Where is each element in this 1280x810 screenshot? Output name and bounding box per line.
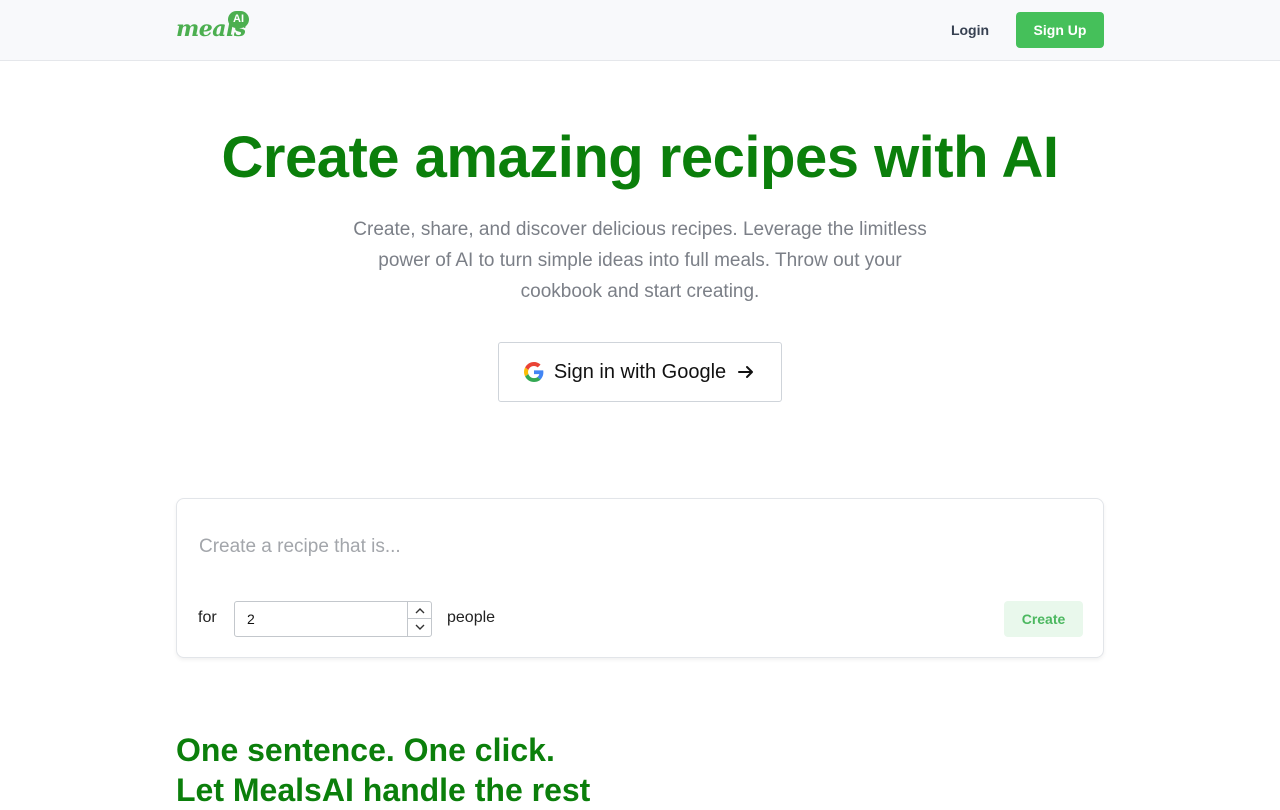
stepper-decrement[interactable] [408,619,431,636]
login-link[interactable]: Login [940,18,1000,42]
stepper-increment[interactable] [408,602,431,619]
hero-title: Create amazing recipes with AI [221,125,1059,190]
people-label: people [447,609,496,626]
people-count-value[interactable]: 2 [247,611,255,627]
google-icon [523,362,544,382]
feature-heading-line1: One sentence. One click. [176,732,555,768]
arrow-right-icon [738,366,754,378]
people-count-stepper[interactable]: 2 [234,601,432,637]
google-signin-button[interactable]: Sign in with Google [498,342,782,402]
logo-ai-badge: AI [228,11,249,28]
create-button[interactable]: Create [1004,601,1083,637]
top-navbar: meals AI Login Sign Up [0,0,1280,61]
google-button-label: Sign in with Google [553,360,727,383]
hero-subtitle: Create, share, and discover delicious re… [353,219,927,302]
chevron-up-icon [415,607,424,613]
recipe-prompt-input[interactable] [199,527,1079,567]
stepper-controls [407,602,431,636]
for-label: for [198,609,217,626]
feature-heading-line2: Let MealsAI handle the rest [176,772,591,808]
feature-heading: One sentence. One click. Let MealsAI han… [176,730,1076,810]
recipe-generator-card: for 2 people Create [176,498,1104,658]
signup-button[interactable]: Sign Up [1016,12,1104,48]
mealsai-logo[interactable]: meals AI [176,10,252,44]
chevron-down-icon [415,624,424,630]
